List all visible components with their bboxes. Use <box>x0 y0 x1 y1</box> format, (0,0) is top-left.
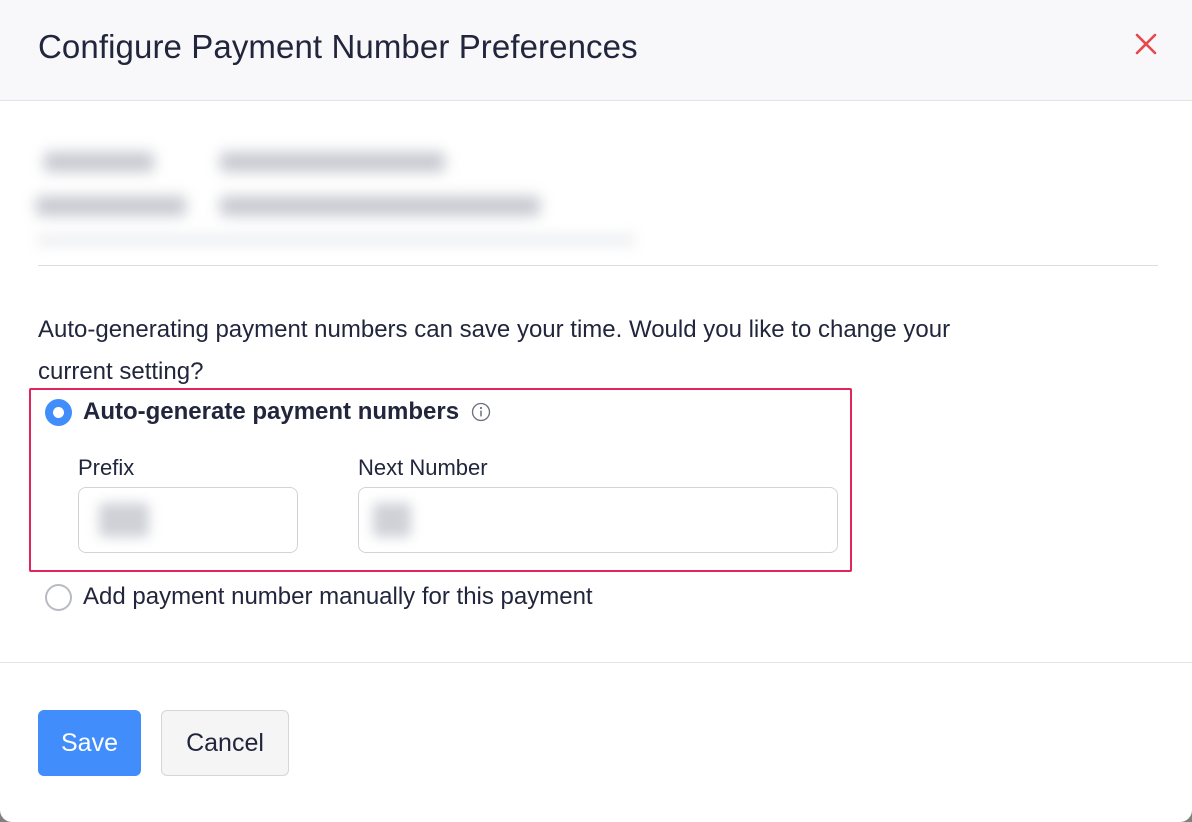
save-button[interactable]: Save <box>38 710 141 776</box>
close-button[interactable] <box>1128 28 1164 64</box>
section-divider <box>38 265 1158 266</box>
manual-radio[interactable] <box>45 583 72 611</box>
close-icon <box>1135 33 1157 60</box>
payment-number-preferences-modal: Configure Payment Number Preferences Aut… <box>0 0 1192 822</box>
preference-question: Auto-generating payment numbers can save… <box>38 316 951 385</box>
cancel-button[interactable]: Cancel <box>161 710 289 776</box>
manual-option[interactable]: Add payment number manually for this pay… <box>45 583 593 611</box>
next-number-label: Next Number <box>358 455 488 480</box>
modal-title: Configure Payment Number Preferences <box>38 28 638 65</box>
footer-divider <box>0 662 1192 663</box>
modal-header: Configure Payment Number Preferences <box>0 0 1192 101</box>
auto-generate-option[interactable]: Auto-generate payment numbers <box>45 398 491 426</box>
redacted-summary <box>30 140 640 250</box>
auto-generate-label: Auto-generate payment numbers <box>83 398 460 425</box>
manual-label: Add payment number manually for this pay… <box>83 583 593 610</box>
next-number-input[interactable] <box>358 487 838 553</box>
auto-generate-radio[interactable] <box>45 398 72 426</box>
prefix-input[interactable] <box>78 487 298 553</box>
info-icon[interactable] <box>471 402 491 422</box>
prefix-label: Prefix <box>78 455 135 480</box>
